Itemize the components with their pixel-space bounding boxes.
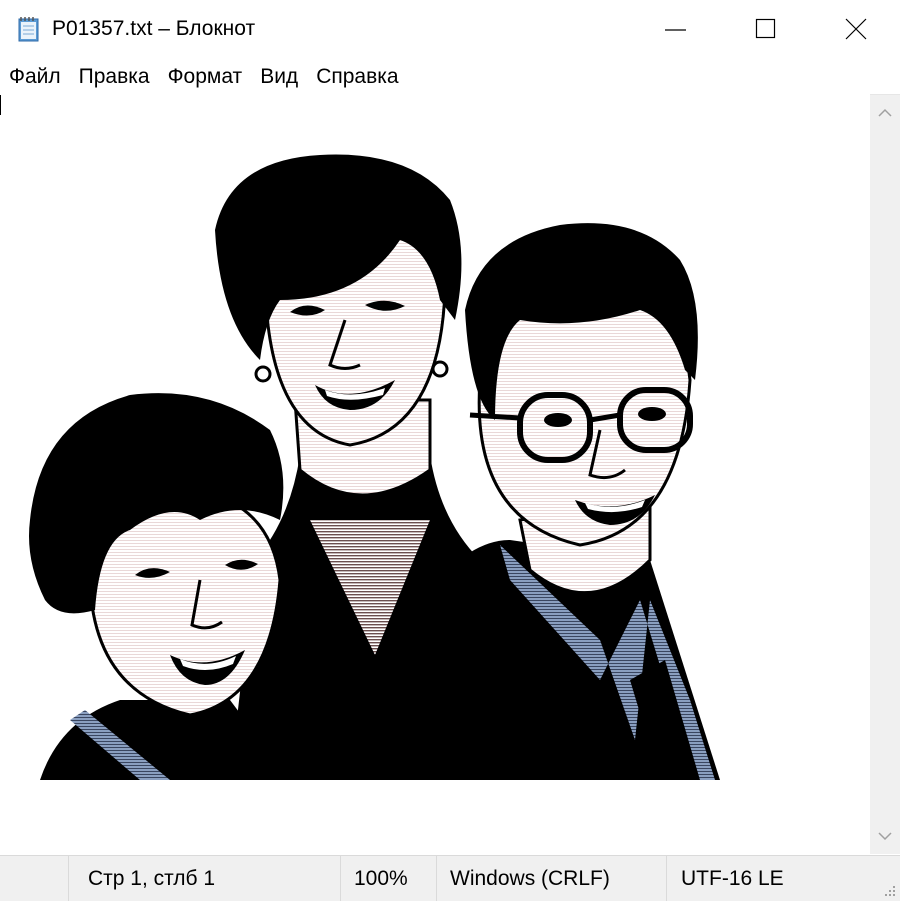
status-separator xyxy=(340,856,341,901)
menu-format[interactable]: Формат xyxy=(159,60,252,94)
chevron-down-icon xyxy=(878,832,892,841)
status-zoom: 100% xyxy=(354,867,408,890)
status-encoding: UTF-16 LE xyxy=(681,867,784,890)
text-cursor xyxy=(0,95,1,115)
scroll-down-button[interactable] xyxy=(870,818,900,854)
status-separator xyxy=(436,856,437,901)
menu-edit[interactable]: Правка xyxy=(70,60,159,94)
status-line-ending: Windows (CRLF) xyxy=(450,867,610,890)
maximize-icon xyxy=(755,18,776,38)
window-title: P01357.txt – Блокнот xyxy=(52,17,256,40)
maximize-button[interactable] xyxy=(720,0,812,57)
status-bar: Стр 1, стлб 1 100% Windows (CRLF) UTF-16… xyxy=(0,855,900,901)
chevron-up-icon xyxy=(878,108,892,117)
status-separator xyxy=(68,856,69,901)
status-cursor-position: Стр 1, стлб 1 xyxy=(88,867,216,890)
scroll-up-button[interactable] xyxy=(870,95,900,131)
menu-bar: Файл Правка Формат Вид Справка xyxy=(0,60,900,94)
ascii-art-people-illustration xyxy=(29,154,720,780)
minimize-icon xyxy=(665,28,686,31)
status-separator xyxy=(666,856,667,901)
resize-grip-icon[interactable] xyxy=(882,883,896,897)
close-button[interactable] xyxy=(810,0,900,57)
close-icon xyxy=(845,18,867,39)
menu-help[interactable]: Справка xyxy=(307,60,407,94)
text-editor-area[interactable] xyxy=(0,94,870,854)
menu-view[interactable]: Вид xyxy=(251,60,307,94)
notepad-icon xyxy=(16,16,42,42)
vertical-scrollbar[interactable] xyxy=(870,95,900,854)
minimize-button[interactable] xyxy=(630,0,722,57)
title-bar[interactable]: P01357.txt – Блокнот xyxy=(0,0,900,57)
menu-file[interactable]: Файл xyxy=(0,60,70,94)
